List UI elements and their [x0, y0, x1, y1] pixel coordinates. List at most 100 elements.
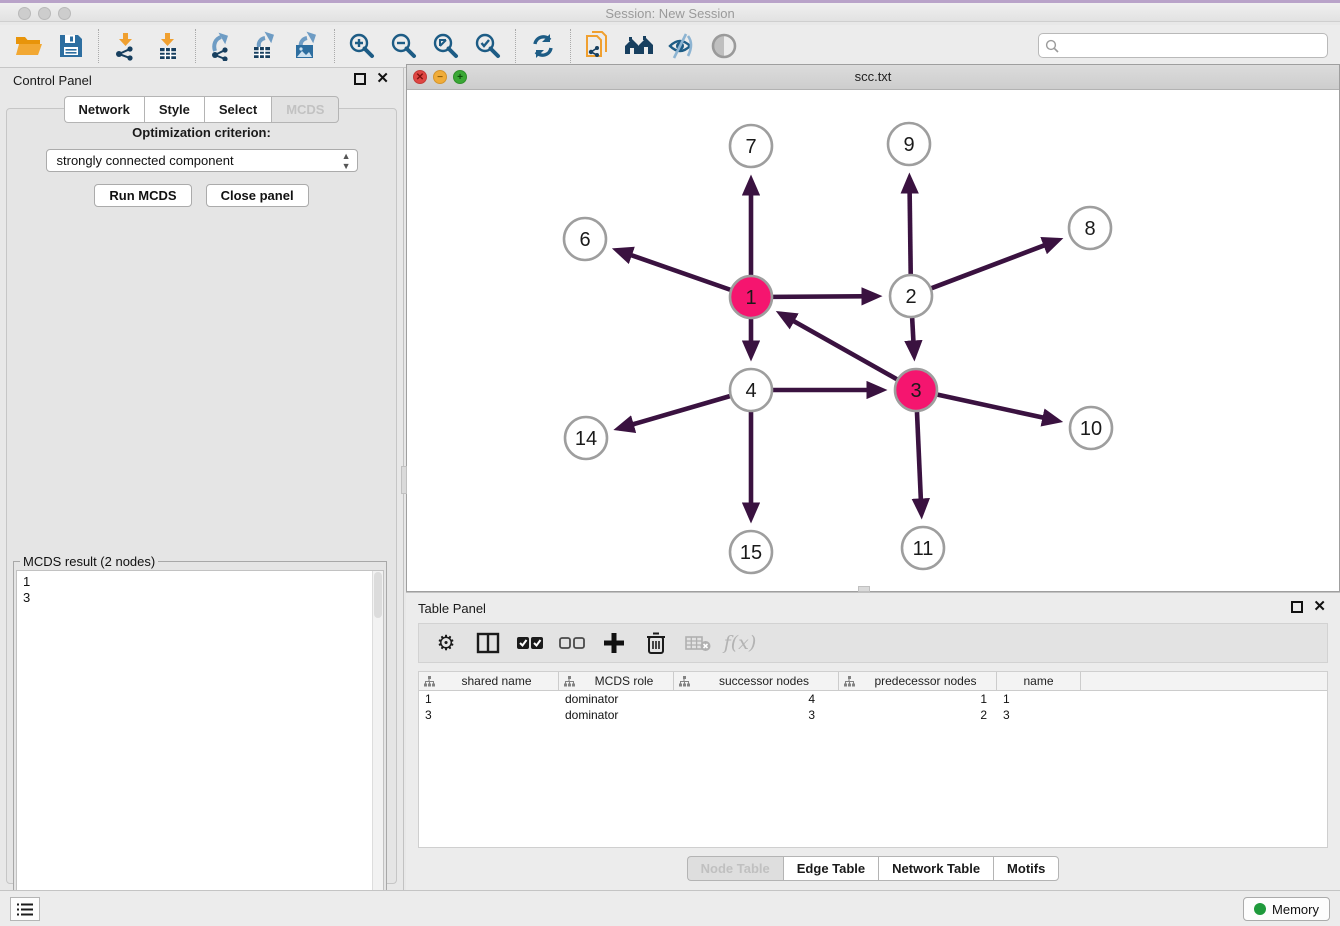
- show-all-icon[interactable]: [703, 27, 745, 65]
- graph-node-9[interactable]: 9: [888, 123, 930, 165]
- column-header-MCDS-role[interactable]: MCDS role: [559, 672, 674, 690]
- graph-node-14[interactable]: 14: [565, 417, 607, 459]
- edge-2-8[interactable]: [932, 240, 1059, 288]
- table-panel: Table Panel ✕ ⚙ f(x): [406, 592, 1340, 890]
- delete-table-icon[interactable]: [681, 627, 715, 659]
- toolbar-separator: [515, 29, 516, 63]
- column-header-name[interactable]: name: [997, 672, 1081, 690]
- result-scrollbar[interactable]: [372, 571, 383, 926]
- run-mcds-button[interactable]: Run MCDS: [94, 184, 191, 207]
- tab-node-table[interactable]: Node Table: [687, 856, 783, 881]
- column-header-shared-name[interactable]: shared name: [419, 672, 559, 690]
- table-cell: 3: [674, 707, 839, 723]
- edge-1-6[interactable]: [617, 250, 730, 290]
- delete-column-icon[interactable]: [639, 627, 673, 659]
- table-row[interactable]: 3dominator323: [419, 707, 1327, 723]
- criterion-value: strongly connected component: [57, 153, 234, 168]
- edge-3-10[interactable]: [937, 395, 1057, 421]
- export-table-icon[interactable]: [244, 27, 286, 65]
- svg-text:11: 11: [913, 538, 934, 560]
- toolbar-separator: [195, 29, 196, 63]
- tab-mcds[interactable]: MCDS: [271, 96, 339, 123]
- mcds-result-area[interactable]: 1 3: [16, 570, 384, 926]
- first-neighbors-icon[interactable]: [619, 27, 661, 65]
- network-canvas[interactable]: 1 2 3 4 6 7 8 9 10 11 14 15: [407, 90, 1339, 591]
- graph-node-3[interactable]: 3: [895, 369, 937, 411]
- zoom-fit-icon[interactable]: [425, 27, 467, 65]
- edge-2-9[interactable]: [909, 178, 910, 274]
- add-column-icon[interactable]: [597, 627, 631, 659]
- table-options-gear-icon[interactable]: ⚙: [429, 627, 463, 659]
- export-network-icon[interactable]: [202, 27, 244, 65]
- close-panel-button[interactable]: Close panel: [206, 184, 309, 207]
- svg-text:10: 10: [1080, 418, 1102, 440]
- graph-node-1[interactable]: 1: [730, 276, 772, 318]
- column-header-predecessor-nodes[interactable]: predecessor nodes: [839, 672, 997, 690]
- edge-3-1[interactable]: [781, 314, 897, 380]
- edge-2-3[interactable]: [912, 318, 914, 356]
- memory-button[interactable]: Memory: [1243, 897, 1330, 921]
- tab-select[interactable]: Select: [204, 96, 271, 123]
- select-all-rows-icon[interactable]: [513, 627, 547, 659]
- deselect-all-rows-icon[interactable]: [555, 627, 589, 659]
- column-header-successor-nodes[interactable]: successor nodes: [674, 672, 839, 690]
- close-panel-icon[interactable]: ✕: [376, 73, 389, 85]
- table-cell: 1: [419, 691, 559, 707]
- search-field[interactable]: [1038, 33, 1328, 58]
- node-table: shared nameMCDS rolesuccessor nodesprede…: [418, 671, 1328, 848]
- table-row[interactable]: 1dominator411: [419, 691, 1327, 707]
- tab-edge-table[interactable]: Edge Table: [783, 856, 878, 881]
- mcds-panel: Optimization criterion: strongly connect…: [6, 108, 397, 884]
- svg-text:2: 2: [905, 286, 916, 308]
- tab-style[interactable]: Style: [144, 96, 204, 123]
- control-panel-title: Control Panel: [13, 73, 92, 88]
- close-table-panel-icon[interactable]: ✕: [1313, 601, 1326, 613]
- tab-network[interactable]: Network: [64, 96, 144, 123]
- graph-node-10[interactable]: 10: [1070, 407, 1112, 449]
- graph-node-6[interactable]: 6: [564, 218, 606, 260]
- import-network-icon[interactable]: [105, 27, 147, 65]
- edge-1-2[interactable]: [773, 296, 877, 297]
- node-table-body: 1dominator4113dominator323: [419, 691, 1327, 723]
- memory-status-icon: [1254, 903, 1266, 915]
- table-cell: 4: [674, 691, 839, 707]
- table-panel-tabs: Node TableEdge TableNetwork TableMotifs: [406, 856, 1340, 881]
- zoom-in-icon[interactable]: [341, 27, 383, 65]
- svg-text:15: 15: [740, 542, 762, 564]
- tab-network-table[interactable]: Network Table: [878, 856, 993, 881]
- new-network-from-selection-icon[interactable]: [577, 27, 619, 65]
- toolbar-separator: [98, 29, 99, 63]
- graph-node-8[interactable]: 8: [1069, 207, 1111, 249]
- zoom-out-icon[interactable]: [383, 27, 425, 65]
- split-columns-icon[interactable]: [471, 627, 505, 659]
- attribute-type-icon: [844, 676, 855, 687]
- save-session-icon[interactable]: [50, 27, 92, 65]
- graph-node-2[interactable]: 2: [890, 275, 932, 317]
- task-history-icon[interactable]: [10, 897, 40, 921]
- search-input[interactable]: [1064, 38, 1321, 53]
- graph-node-15[interactable]: 15: [730, 531, 772, 573]
- tab-motifs[interactable]: Motifs: [993, 856, 1059, 881]
- svg-text:8: 8: [1084, 218, 1095, 240]
- float-panel-icon[interactable]: [354, 73, 366, 85]
- session-title: Session: New Session: [0, 6, 1340, 21]
- graph-node-11[interactable]: 11: [902, 527, 944, 569]
- graph-node-4[interactable]: 4: [730, 369, 772, 411]
- zoom-selected-icon[interactable]: [467, 27, 509, 65]
- attribute-type-icon: [424, 676, 435, 687]
- import-table-icon[interactable]: [147, 27, 189, 65]
- graph-node-7[interactable]: 7: [730, 125, 772, 167]
- edge-3-11[interactable]: [917, 412, 922, 514]
- application-window: Session: New Session: [0, 0, 1340, 926]
- criterion-select[interactable]: strongly connected component ▲▼: [46, 149, 358, 172]
- svg-text:7: 7: [745, 136, 756, 158]
- vertical-splitter-handle[interactable]: [401, 466, 407, 494]
- float-table-panel-icon[interactable]: [1291, 601, 1303, 613]
- toolbar-separator: [334, 29, 335, 63]
- function-builder-icon[interactable]: f(x): [723, 627, 757, 659]
- edge-4-14[interactable]: [619, 396, 730, 428]
- open-file-icon[interactable]: [8, 27, 50, 65]
- refresh-layout-icon[interactable]: [522, 27, 564, 65]
- hide-selected-icon[interactable]: [661, 27, 703, 65]
- export-image-icon[interactable]: [286, 27, 328, 65]
